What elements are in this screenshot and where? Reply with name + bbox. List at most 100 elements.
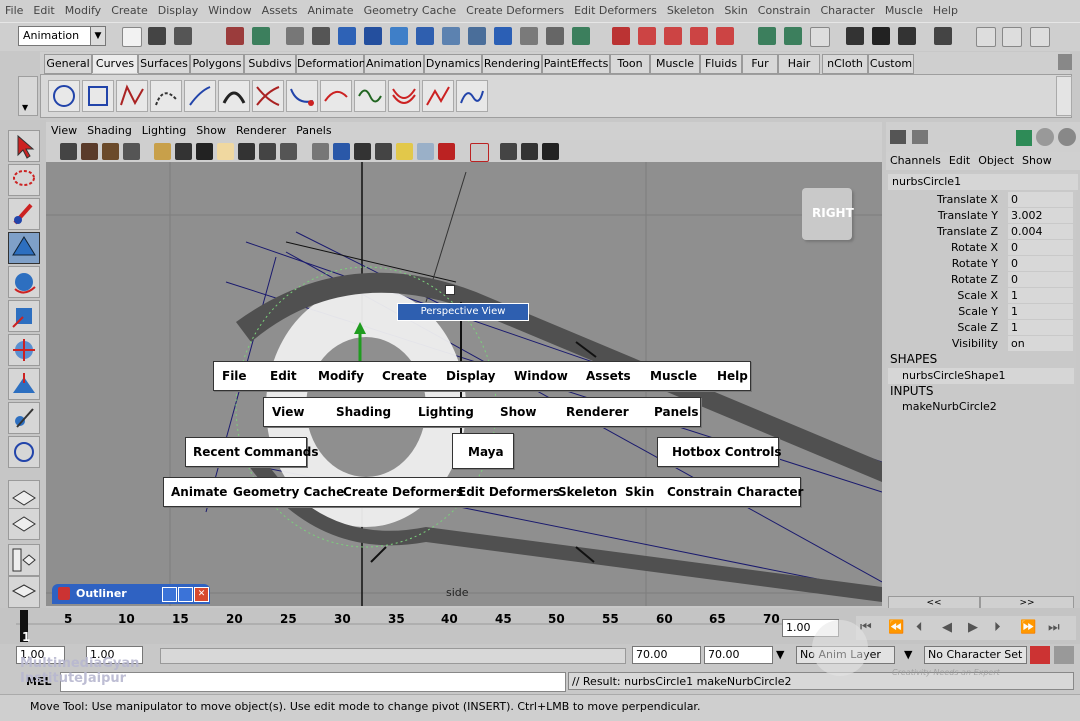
magnet-icon-5[interactable] [716, 27, 734, 45]
magnet-icon[interactable] [612, 27, 630, 45]
hotbox-display[interactable]: Display [446, 369, 495, 383]
hotbox-recent-commands[interactable]: Recent Commands [185, 437, 319, 467]
go-to-end-icon[interactable]: ⏭ [1048, 620, 1060, 635]
render-globals-icon[interactable] [934, 27, 952, 45]
restore-icon[interactable] [178, 587, 193, 602]
shelf-scrollbar[interactable] [1056, 76, 1072, 116]
wireframe-icon[interactable] [312, 143, 329, 160]
hotbox-skeleton[interactable]: Skeleton [558, 485, 617, 499]
channel-row[interactable]: Translate Y 3.002 [886, 208, 1073, 224]
layer-editor-toggle-icon[interactable] [912, 130, 928, 144]
menu-edit[interactable]: Edit [28, 4, 59, 17]
render-sphere-icon[interactable] [1058, 128, 1076, 146]
clapper-icon[interactable] [872, 27, 890, 45]
snap-plane-icon[interactable] [416, 27, 434, 45]
channel-value[interactable]: 3.002 [1008, 208, 1073, 223]
sphere-icon[interactable] [1036, 128, 1054, 146]
hotbox-file[interactable]: File [222, 369, 247, 383]
paint-select-tool-icon[interactable] [8, 198, 40, 230]
magnet-icon-3[interactable] [664, 27, 682, 45]
cb-menu-show[interactable]: Show [1018, 154, 1056, 167]
playback-end-field[interactable]: 70.00 [632, 646, 701, 664]
shelf-tab-ncloth[interactable]: nCloth [822, 54, 868, 74]
output-ops-icon[interactable] [784, 27, 802, 45]
xray-joints-icon[interactable] [521, 143, 538, 160]
render-view-icon[interactable] [846, 27, 864, 45]
shelf-menu-arrow[interactable]: ▼ [18, 76, 38, 116]
isolate-select-icon[interactable] [470, 143, 489, 162]
extend-curve-icon[interactable] [354, 80, 386, 112]
last-tool-circle-icon[interactable] [8, 436, 40, 468]
menu-help[interactable]: Help [928, 4, 963, 17]
snap-grid-icon[interactable] [338, 27, 356, 45]
select-component-icon[interactable] [286, 27, 304, 45]
select-tool-icon[interactable] [8, 130, 40, 162]
channel-row[interactable]: Scale Z 1 [886, 320, 1073, 336]
graph-layout-icon[interactable] [8, 576, 40, 608]
minimize-icon[interactable] [162, 587, 177, 602]
select-hierarchy-icon[interactable] [226, 27, 244, 45]
shadows-icon[interactable] [417, 143, 434, 160]
channel-box-icon[interactable] [1030, 27, 1050, 47]
universal-manipulator-icon[interactable] [8, 334, 40, 366]
textured-icon[interactable] [375, 143, 392, 160]
mask-icon[interactable] [312, 27, 330, 45]
outliner-layout-icon[interactable] [8, 544, 40, 576]
rotate-tool-icon[interactable] [8, 266, 40, 298]
animation-end-field[interactable]: 70.00 [704, 646, 773, 664]
lasso-tool-icon[interactable] [8, 164, 40, 196]
hotbox-constrain[interactable]: Constrain [667, 485, 732, 499]
field-chart-icon[interactable] [238, 143, 255, 160]
channel-value[interactable]: 0 [1008, 256, 1073, 271]
rebuild-curve-icon[interactable] [422, 80, 454, 112]
character-set-dropdown[interactable]: No Character Set [924, 646, 1027, 664]
channel-value[interactable]: 0.004 [1008, 224, 1073, 239]
new-scene-icon[interactable] [122, 27, 142, 47]
render-icon[interactable] [494, 27, 512, 45]
menu-create-deformers[interactable]: Create Deformers [461, 4, 569, 17]
input-ops-icon[interactable] [758, 27, 776, 45]
pencil-curve-icon[interactable] [184, 80, 216, 112]
menu-file[interactable]: File [0, 4, 28, 17]
magnet-icon-2[interactable] [638, 27, 656, 45]
camera-attributes-icon[interactable] [81, 143, 98, 160]
channel-row[interactable]: Rotate Y 0 [886, 256, 1073, 272]
close-icon[interactable]: ✕ [194, 587, 209, 602]
cb-menu-object[interactable]: Object [974, 154, 1018, 167]
play-back-icon[interactable]: ◀ [942, 620, 952, 635]
offset-curve-icon[interactable] [388, 80, 420, 112]
hotbox-controls[interactable]: Hotbox Controls [657, 437, 782, 467]
hotbox-shading[interactable]: Shading [336, 405, 391, 419]
hotbox-animate[interactable]: Animate [171, 485, 227, 499]
insert-knot-icon[interactable] [320, 80, 352, 112]
hotbox-maya-center[interactable]: Maya [452, 433, 514, 469]
menu-assets[interactable]: Assets [257, 4, 303, 17]
shape-name[interactable]: nurbsCircleShape1 [888, 368, 1074, 384]
panel-menu-shading[interactable]: Shading [82, 124, 137, 137]
grid-icon[interactable] [154, 143, 171, 160]
magnet-icon-4[interactable] [690, 27, 708, 45]
move-tool-icon[interactable] [8, 232, 40, 264]
shelf-tab-rendering[interactable]: Rendering [482, 54, 542, 74]
menu-edit-deformers[interactable]: Edit Deformers [569, 4, 662, 17]
shelf-tab-surfaces[interactable]: Surfaces [138, 54, 190, 74]
wireframe-on-shaded-icon[interactable] [354, 143, 371, 160]
key-back-icon[interactable]: ⏴ [916, 620, 923, 635]
menu-character[interactable]: Character [816, 4, 880, 17]
hotbox-lighting[interactable]: Lighting [418, 405, 474, 419]
use-lights-icon[interactable] [396, 143, 413, 160]
image-plane-icon[interactable] [123, 143, 140, 160]
menu-create[interactable]: Create [106, 4, 153, 17]
soft-modification-icon[interactable] [8, 368, 40, 400]
shelf-tab-custom[interactable]: Custom [868, 54, 914, 74]
hotbox-panels[interactable]: Panels [654, 405, 699, 419]
key-forward-icon[interactable]: ⏵ [994, 620, 1001, 635]
film-gate-icon[interactable] [175, 143, 192, 160]
perspective-view-tooltip[interactable]: Perspective View [397, 303, 529, 321]
menu-animate[interactable]: Animate [302, 4, 358, 17]
trash-icon[interactable] [1058, 54, 1072, 70]
channel-box-toggle-icon[interactable] [890, 130, 906, 144]
panel-menu-renderer[interactable]: Renderer [231, 124, 291, 137]
channel-row[interactable]: Scale X 1 [886, 288, 1073, 304]
shelf-tab-fluids[interactable]: Fluids [700, 54, 742, 74]
